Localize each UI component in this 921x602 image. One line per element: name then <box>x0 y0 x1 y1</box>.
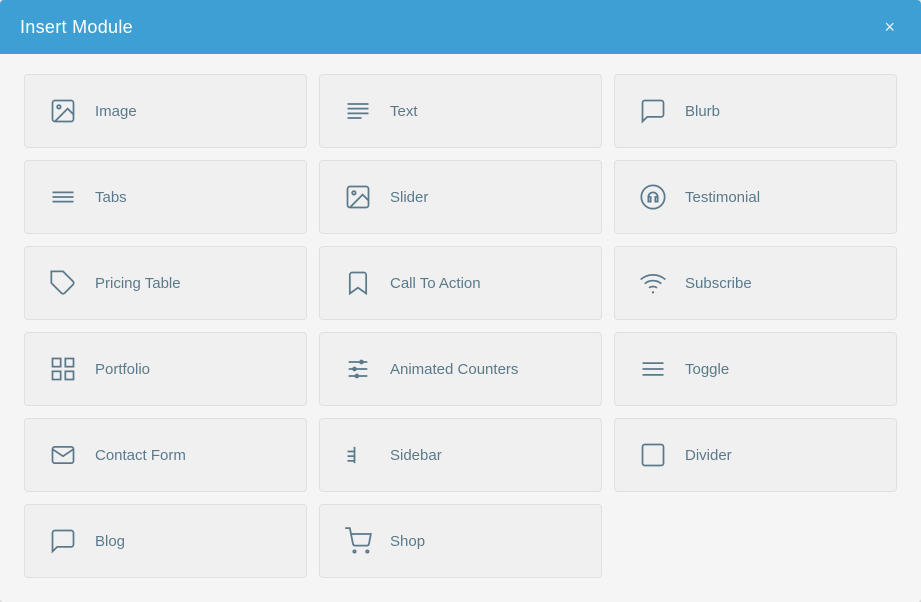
module-label-animated-counters: Animated Counters <box>390 361 518 378</box>
animated-counters-icon <box>340 351 376 387</box>
module-btn-pricing-table[interactable]: Pricing Table <box>24 246 307 320</box>
module-btn-animated-counters[interactable]: Animated Counters <box>319 332 602 406</box>
module-btn-subscribe[interactable]: Subscribe <box>614 246 897 320</box>
modules-grid: Image Text Blurb Tabs Slider Testimonial Prici… <box>24 74 897 578</box>
module-btn-tabs[interactable]: Tabs <box>24 160 307 234</box>
module-label-testimonial: Testimonial <box>685 189 760 206</box>
module-btn-image[interactable]: Image <box>24 74 307 148</box>
image-icon <box>45 93 81 129</box>
modal-body: Image Text Blurb Tabs Slider Testimonial Prici… <box>0 54 921 602</box>
divider-icon <box>635 437 671 473</box>
modal-title: Insert Module <box>20 17 133 38</box>
call-to-action-icon <box>340 265 376 301</box>
shop-icon <box>340 523 376 559</box>
blurb-icon <box>635 93 671 129</box>
module-btn-shop[interactable]: Shop <box>319 504 602 578</box>
module-label-shop: Shop <box>390 533 425 550</box>
pricing-table-icon <box>45 265 81 301</box>
module-btn-divider[interactable]: Divider <box>614 418 897 492</box>
module-label-tabs: Tabs <box>95 189 127 206</box>
module-btn-slider[interactable]: Slider <box>319 160 602 234</box>
module-label-slider: Slider <box>390 189 428 206</box>
contact-form-icon <box>45 437 81 473</box>
module-label-blurb: Blurb <box>685 103 720 120</box>
module-label-sidebar: Sidebar <box>390 447 442 464</box>
module-label-divider: Divider <box>685 447 732 464</box>
toggle-icon <box>635 351 671 387</box>
module-label-pricing-table: Pricing Table <box>95 275 181 292</box>
portfolio-icon <box>45 351 81 387</box>
module-label-contact-form: Contact Form <box>95 447 186 464</box>
module-label-text: Text <box>390 103 418 120</box>
tabs-icon <box>45 179 81 215</box>
sidebar-icon <box>340 437 376 473</box>
modal-header: Insert Module × <box>0 0 921 54</box>
module-btn-sidebar[interactable]: Sidebar <box>319 418 602 492</box>
module-label-toggle: Toggle <box>685 361 729 378</box>
slider-icon <box>340 179 376 215</box>
module-btn-toggle[interactable]: Toggle <box>614 332 897 406</box>
module-btn-portfolio[interactable]: Portfolio <box>24 332 307 406</box>
module-btn-testimonial[interactable]: Testimonial <box>614 160 897 234</box>
module-label-subscribe: Subscribe <box>685 275 752 292</box>
module-btn-blurb[interactable]: Blurb <box>614 74 897 148</box>
module-btn-call-to-action[interactable]: Call To Action <box>319 246 602 320</box>
module-label-call-to-action: Call To Action <box>390 275 481 292</box>
testimonial-icon <box>635 179 671 215</box>
module-label-image: Image <box>95 103 137 120</box>
text-icon <box>340 93 376 129</box>
close-button[interactable]: × <box>878 16 901 38</box>
blog-icon <box>45 523 81 559</box>
subscribe-icon <box>635 265 671 301</box>
module-label-portfolio: Portfolio <box>95 361 150 378</box>
module-btn-contact-form[interactable]: Contact Form <box>24 418 307 492</box>
insert-module-modal: Insert Module × Image Text Blurb Tabs Slider… <box>0 0 921 602</box>
module-btn-text[interactable]: Text <box>319 74 602 148</box>
module-btn-blog[interactable]: Blog <box>24 504 307 578</box>
module-label-blog: Blog <box>95 533 125 550</box>
